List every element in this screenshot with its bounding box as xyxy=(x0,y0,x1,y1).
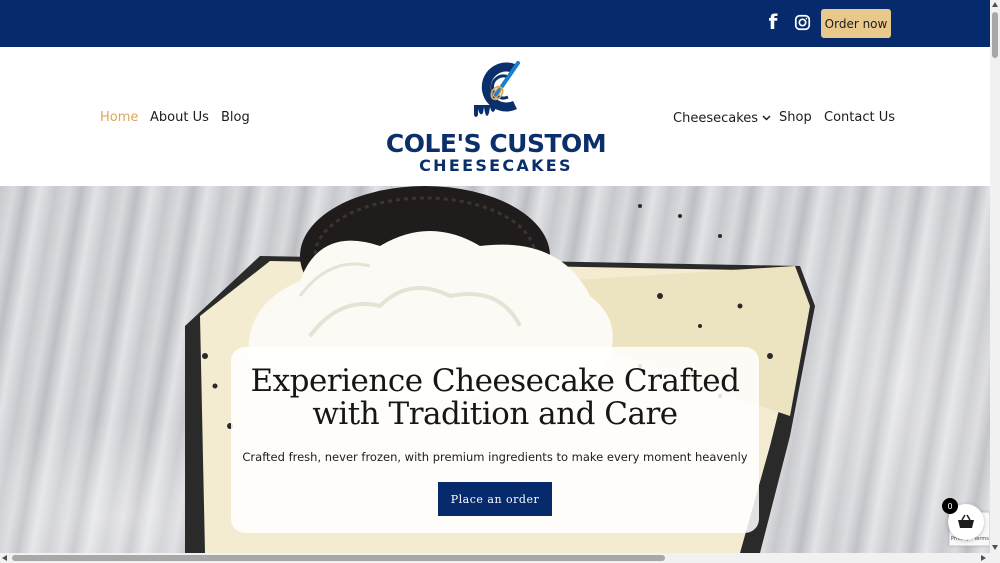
scroll-down-arrow-icon[interactable] xyxy=(992,545,998,550)
nav-contact-us[interactable]: Contact Us xyxy=(824,110,895,125)
cart-count-badge: 0 xyxy=(942,498,958,514)
site-header: Home About Us Blog COLE'S CUSTOM CHEESEC… xyxy=(0,47,990,186)
nav-about-us[interactable]: About Us xyxy=(150,110,209,125)
nav-shop[interactable]: Shop xyxy=(779,110,812,125)
nav-blog[interactable]: Blog xyxy=(221,110,250,125)
hero-title-line-1: Experience Cheesecake Crafted xyxy=(250,363,740,399)
horizontal-scroll-thumb[interactable] xyxy=(12,555,665,561)
chevron-down-icon xyxy=(762,110,771,125)
hero-card: Experience Cheesecake Crafted with Tradi… xyxy=(231,347,759,533)
vertical-scroll-thumb[interactable] xyxy=(992,12,998,58)
logo-title: COLE'S CUSTOM xyxy=(385,129,607,158)
facebook-icon[interactable]: f xyxy=(763,12,783,32)
scroll-right-arrow-icon[interactable] xyxy=(981,555,986,561)
order-now-button[interactable]: Order now xyxy=(821,9,891,38)
nav-cheesecakes-label: Cheesecakes xyxy=(673,111,759,126)
nav-home[interactable]: Home xyxy=(100,110,138,125)
hero-title: Experience Cheesecake Crafted with Tradi… xyxy=(231,365,759,431)
logo-whisk-icon xyxy=(474,61,520,117)
logo-subtitle: CHEESECAKES xyxy=(419,156,573,175)
horizontal-scrollbar[interactable] xyxy=(0,553,1000,563)
instagram-icon[interactable] xyxy=(792,12,812,32)
basket-icon xyxy=(958,514,974,528)
hero-section: Experience Cheesecake Crafted with Tradi… xyxy=(0,186,990,553)
scroll-left-arrow-icon[interactable] xyxy=(2,555,7,561)
nav-cheesecakes[interactable]: Cheesecakes xyxy=(673,110,771,126)
hero-title-line-2: with Tradition and Care xyxy=(312,396,678,432)
vertical-scrollbar[interactable] xyxy=(990,0,1000,553)
top-bar: f Order now xyxy=(0,0,990,47)
site-logo[interactable]: COLE'S CUSTOM CHEESECAKES xyxy=(380,55,612,180)
hero-subtitle: Crafted fresh, never frozen, with premiu… xyxy=(242,450,748,464)
place-an-order-button[interactable]: Place an order xyxy=(438,482,552,516)
scroll-up-arrow-icon[interactable] xyxy=(992,2,998,7)
